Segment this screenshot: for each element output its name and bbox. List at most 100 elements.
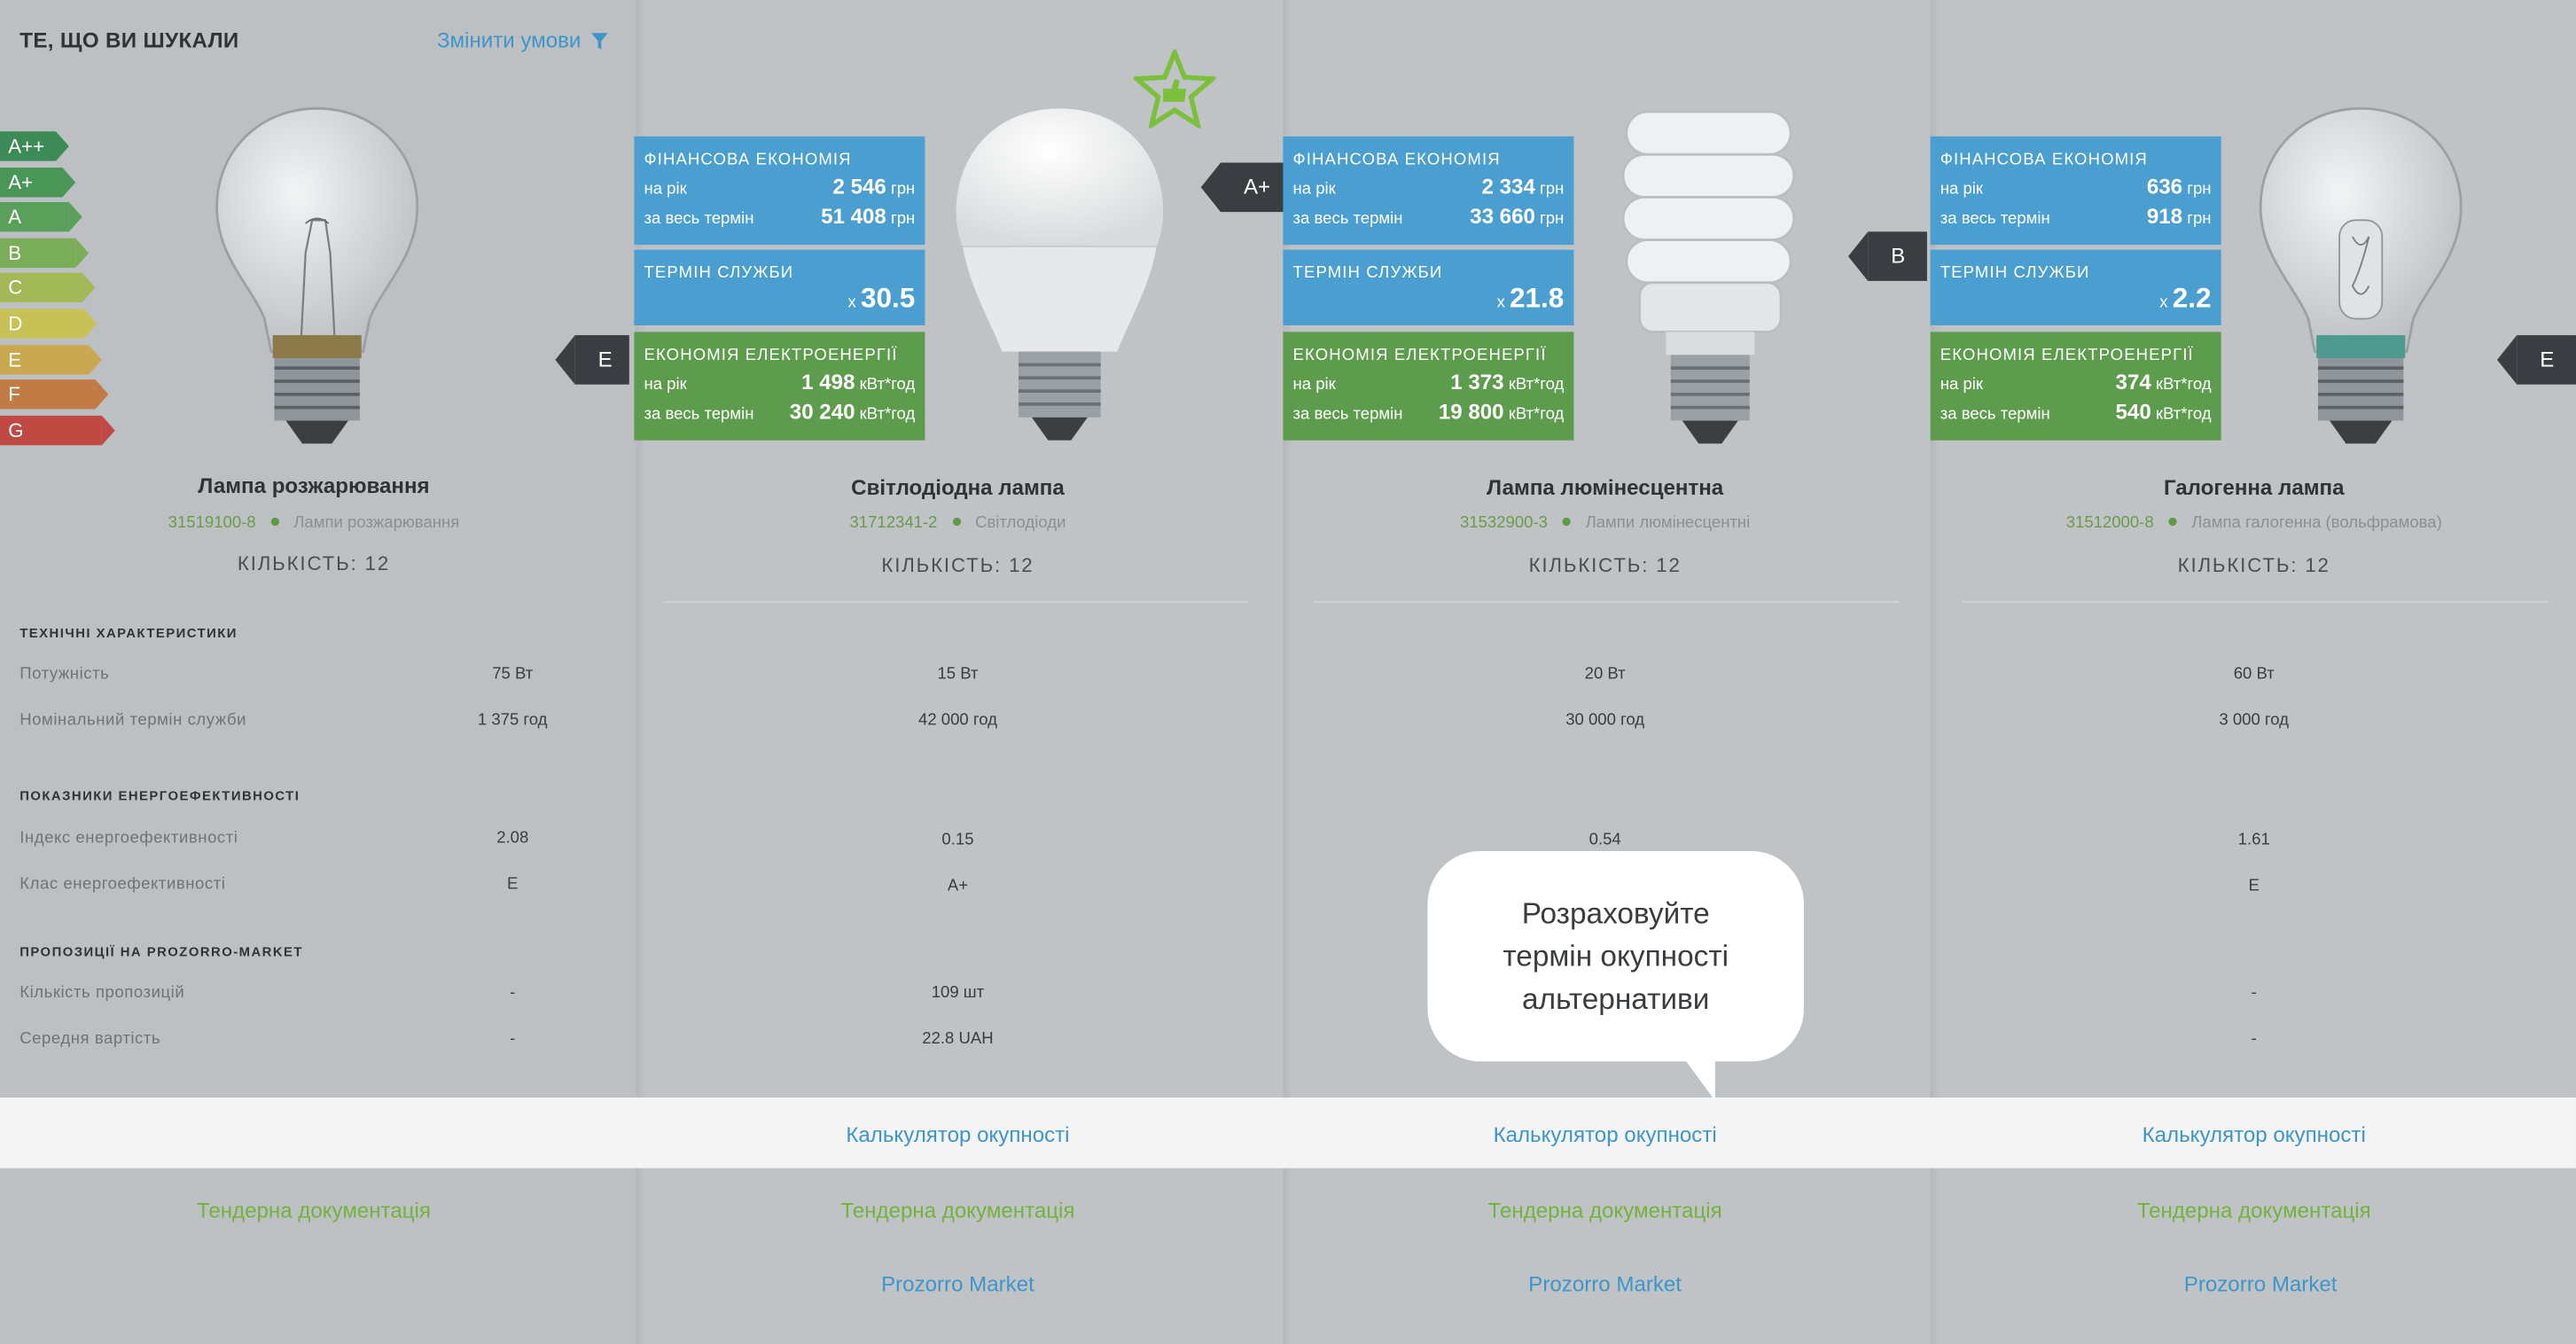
value-class: A+ — [947, 877, 969, 896]
energy-class-badge: B — [1847, 231, 1927, 281]
section-title-tech: ТЕХНІЧНІ ХАРАКТЕРИСТИКИ — [20, 626, 238, 641]
card-row: на рік 1 498 кВт*год — [644, 370, 915, 395]
unit: кВт*год — [1508, 405, 1565, 425]
cpv-code[interactable]: 31712341-2 — [850, 514, 938, 532]
category: Лампа галогенна (вольфрамова) — [2191, 514, 2442, 533]
financial-total-value: 33 660 — [1470, 203, 1535, 229]
energy-class-e: E — [0, 344, 102, 374]
tender-docs-link[interactable]: Тендерна документація — [1282, 1198, 1929, 1223]
energy-savings-card: ЕКОНОМІЯ ЕЛЕКТРОЕНЕРГІЇ на рік 1 373 кВт*… — [1283, 332, 1574, 441]
value-class: E — [507, 875, 519, 895]
product-quantity: КІЛЬКІСТЬ: 12 — [2177, 553, 2330, 577]
financial-year-value: 2 334 — [1481, 174, 1535, 199]
cpv-code[interactable]: 31519100-8 — [168, 514, 256, 532]
energy-class-g: G — [0, 415, 115, 445]
life-multiplier-value: 2.2 — [2172, 282, 2212, 314]
value-avg-price: 22.8 UAH — [922, 1030, 994, 1049]
product-code: 31512000-8 Лампа галогенна (вольфрамова) — [1931, 514, 2576, 532]
product-code: 31532900-3 Лампи люмінесцентні — [1282, 514, 1929, 532]
energy-class-badge: E — [555, 335, 629, 385]
unit: кВт*год — [2155, 405, 2212, 425]
change-conditions-label: Змінити умови — [436, 27, 582, 53]
financial-total-value: 51 408 — [821, 203, 886, 229]
financial-total-value: 918 — [2146, 203, 2183, 229]
card-row: за весь термін 33 660 грн — [1293, 204, 1565, 229]
energy-class-a: A — [0, 202, 82, 232]
financial-savings-card: ФІНАНСОВА ЕКОНОМІЯ на рік 636 грн за весь… — [1930, 136, 2221, 246]
row-label: за весь термін — [1292, 405, 1403, 425]
divider — [1963, 601, 2549, 604]
energy-total-value: 540 — [2115, 399, 2151, 425]
led-bulb-image — [956, 108, 1164, 441]
change-conditions-link[interactable]: Змінити умови — [436, 27, 608, 53]
card-row: на рік 636 грн — [1940, 174, 2212, 199]
page-title: ТЕ, ЩО ВИ ШУКАЛИ — [20, 27, 239, 53]
financial-year-value: 2 546 — [832, 174, 886, 199]
fluorescent-bulb-image — [1621, 110, 1796, 444]
unit: кВт*год — [1508, 376, 1565, 395]
product-code: 31519100-8 Лампи розжарювання — [0, 514, 637, 532]
unit: грн — [1540, 210, 1565, 229]
row-label-life: Номінальний термін служби — [20, 711, 247, 730]
life-multiplier-value: 30.5 — [860, 282, 916, 314]
row-label: на рік — [644, 376, 687, 395]
tender-docs-link[interactable]: Тендерна документація — [634, 1198, 1281, 1223]
unit: грн — [890, 210, 916, 229]
value-index: 0.15 — [941, 831, 974, 850]
product-name: Світлодіодна лампа — [851, 474, 1065, 500]
energy-class-a-plus-plus: A++ — [0, 131, 69, 161]
value-life: 3 000 год — [2219, 711, 2290, 730]
unit: x — [847, 293, 856, 313]
filter-icon — [590, 32, 608, 49]
tooltip-line: альтернативи — [1522, 982, 1710, 1016]
row-label: за весь термін — [1940, 210, 2050, 229]
service-life-card: ТЕРМІН СЛУЖБИ x 21.8 — [1283, 249, 1574, 325]
energy-class-badge: E — [2497, 335, 2576, 385]
row-label: на рік — [1940, 180, 1983, 199]
value-avg-price: - — [2251, 1030, 2257, 1049]
halogen-bulb-image — [2259, 106, 2463, 444]
payback-calculator-link[interactable]: Калькулятор окупності — [634, 1122, 1281, 1147]
prozorro-market-link[interactable]: Prozorro Market — [1937, 1271, 2576, 1296]
energy-class-b: B — [0, 238, 90, 268]
cpv-code[interactable]: 31512000-8 — [2066, 514, 2154, 532]
row-label: на рік — [1940, 376, 1983, 395]
prozorro-market-link[interactable]: Prozorro Market — [1282, 1271, 1929, 1296]
energy-savings-card: ЕКОНОМІЯ ЕЛЕКТРОЕНЕРГІЇ на рік 1 498 кВт*… — [634, 332, 925, 441]
row-label: на рік — [1292, 180, 1336, 199]
card-title: ФІНАНСОВА ЕКОНОМІЯ — [644, 151, 852, 169]
separator-dot — [270, 517, 279, 527]
prozorro-market-link[interactable]: Prozorro Market — [634, 1271, 1281, 1296]
tooltip-line: термін окупності — [1503, 940, 1729, 973]
energy-total-value: 30 240 — [789, 399, 855, 425]
separator-dot — [952, 517, 961, 527]
energy-savings-card: ЕКОНОМІЯ ЕЛЕКТРОЕНЕРГІЇ на рік 374 кВт*го… — [1930, 332, 2221, 441]
card-row: x 30.5 — [644, 282, 916, 316]
value-life: 1 375 год — [477, 711, 548, 730]
energy-class-d: D — [0, 309, 98, 339]
category: Світлодіоди — [975, 514, 1066, 533]
payback-calculator-link[interactable]: Калькулятор окупності — [1282, 1122, 1929, 1147]
value-power: 15 Вт — [937, 665, 979, 684]
payback-calculator-link[interactable]: Калькулятор окупності — [1931, 1122, 2576, 1147]
row-label: за весь термін — [1940, 405, 2050, 425]
card-row: x 2.2 — [1940, 282, 2212, 316]
card-title: ЕКОНОМІЯ ЕЛЕКТРОЕНЕРГІЇ — [644, 347, 898, 365]
card-row: на рік 374 кВт*год — [1940, 370, 2212, 395]
unit: кВт*год — [859, 376, 916, 395]
cpv-code[interactable]: 31532900-3 — [1460, 514, 1548, 532]
financial-savings-card: ФІНАНСОВА ЕКОНОМІЯ на рік 2 334 грн за ве… — [1283, 136, 1574, 246]
unit: кВт*год — [2155, 376, 2212, 395]
comparison-page: ТЕ, ЩО ВИ ШУКАЛИ Змінити умови A++ A+ A … — [0, 0, 2576, 1344]
financial-savings-card: ФІНАНСОВА ЕКОНОМІЯ на рік 2 546 грн за ве… — [634, 136, 925, 246]
unit: x — [2159, 293, 2168, 313]
tender-docs-link[interactable]: Тендерна документація — [1931, 1198, 2576, 1223]
unit: кВт*год — [859, 405, 916, 425]
card-title: ЕКОНОМІЯ ЕЛЕКТРОЕНЕРГІЇ — [1940, 347, 2194, 365]
card-row: за весь термін 540 кВт*год — [1940, 399, 2212, 424]
service-life-card: ТЕРМІН СЛУЖБИ x 2.2 — [1930, 249, 2221, 325]
row-label-power: Потужність — [20, 665, 110, 684]
tender-docs-link[interactable]: Тендерна документація — [0, 1198, 637, 1223]
card-row: на рік 2 334 грн — [1293, 174, 1565, 199]
unit: грн — [2187, 210, 2212, 229]
